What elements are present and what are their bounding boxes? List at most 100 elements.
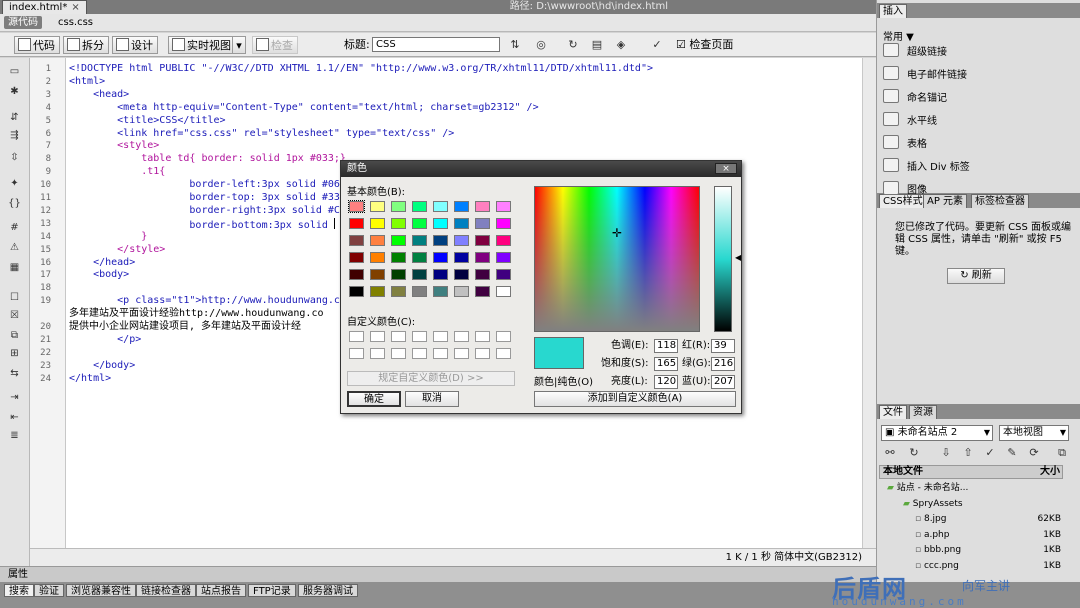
basic-color-swatch[interactable]: [475, 218, 490, 229]
custom-color-swatch[interactable]: [496, 331, 511, 342]
collapse-selection-icon[interactable]: ⇶: [8, 130, 21, 142]
remove-comment-icon[interactable]: ☒: [8, 310, 21, 322]
tab-assets[interactable]: 资源: [909, 405, 937, 419]
basic-color-swatch[interactable]: [496, 201, 511, 212]
basic-color-swatch[interactable]: [349, 235, 364, 246]
custom-color-swatch[interactable]: [454, 331, 469, 342]
basic-color-swatch[interactable]: [475, 235, 490, 246]
design-view-button[interactable]: 设计: [112, 36, 158, 54]
luminance-slider[interactable]: [714, 186, 732, 332]
results-tab[interactable]: 搜索: [4, 584, 34, 597]
basic-color-swatch[interactable]: [412, 269, 427, 280]
outdent-icon[interactable]: ⇤: [8, 412, 21, 424]
file-row[interactable]: ▫ a.php 1KB: [879, 528, 1061, 543]
balance-braces-icon[interactable]: {}: [8, 198, 21, 210]
code-line[interactable]: 提供中小企业网站建设项目, 多年建站及平面设计经: [69, 321, 301, 333]
basic-color-swatch[interactable]: [475, 269, 490, 280]
get-file-icon[interactable]: ⇩: [939, 446, 953, 460]
select-parent-tag-icon[interactable]: ✦: [8, 178, 21, 190]
file-row[interactable]: ▰ 站点 - 未命名站...: [879, 481, 1061, 496]
code-line[interactable]: <meta http-equiv="Content-Type" content=…: [69, 102, 538, 114]
basic-color-swatch[interactable]: [370, 286, 385, 297]
properties-bar[interactable]: 属性: [0, 566, 876, 582]
basic-color-swatch[interactable]: [370, 235, 385, 246]
basic-color-swatch[interactable]: [496, 252, 511, 263]
move-css-icon[interactable]: ⇆: [8, 368, 21, 380]
basic-color-swatch[interactable]: [496, 235, 511, 246]
visual-aids-icon[interactable]: ◈: [614, 38, 628, 52]
ok-button[interactable]: 确定: [347, 391, 401, 407]
results-tab[interactable]: 浏览器兼容性: [66, 584, 136, 597]
apply-comment-icon[interactable]: ☐: [8, 292, 21, 304]
luminance-input[interactable]: 120: [654, 375, 678, 389]
custom-color-swatch[interactable]: [475, 331, 490, 342]
code-line[interactable]: <body>: [69, 269, 129, 281]
basic-color-swatch[interactable]: [475, 201, 490, 212]
preview-browser-icon[interactable]: ◎: [534, 38, 548, 52]
show-code-navigator-icon[interactable]: ✱: [8, 86, 21, 98]
insert-item[interactable]: 图像: [881, 181, 1071, 201]
results-tab[interactable]: 站点报告: [196, 584, 246, 597]
file-management-icon[interactable]: ⇅: [508, 38, 522, 52]
code-line[interactable]: <p class="t1">http://www.houdunwang.com: [69, 295, 352, 307]
code-line[interactable]: </head>: [69, 257, 135, 269]
slider-arrow-icon[interactable]: ◀: [735, 253, 741, 262]
basic-color-swatch[interactable]: [454, 252, 469, 263]
basic-color-swatch[interactable]: [370, 201, 385, 212]
basic-color-swatch[interactable]: [349, 252, 364, 263]
basic-color-swatch[interactable]: [454, 269, 469, 280]
basic-color-swatch[interactable]: [412, 201, 427, 212]
check-page-button[interactable]: ☑ 检查页面: [676, 36, 733, 54]
tab-files[interactable]: 文件: [879, 405, 907, 419]
code-line[interactable]: <head>: [69, 89, 129, 101]
basic-color-swatch[interactable]: [496, 269, 511, 280]
view-select[interactable]: 本地视图 ▼: [999, 425, 1069, 441]
basic-color-swatch[interactable]: [496, 218, 511, 229]
line-numbers-icon[interactable]: #: [8, 222, 21, 234]
source-code-button[interactable]: 源代码: [4, 16, 42, 29]
basic-color-swatch[interactable]: [454, 201, 469, 212]
basic-color-swatch[interactable]: [349, 269, 364, 280]
code-line[interactable]: <title>CSS</title>: [69, 115, 225, 127]
basic-color-swatch[interactable]: [433, 235, 448, 246]
live-view-button[interactable]: 实时视图: [168, 36, 236, 54]
red-input[interactable]: 39: [711, 339, 735, 353]
custom-color-swatch[interactable]: [433, 348, 448, 359]
insert-item[interactable]: 水平线: [881, 112, 1071, 132]
custom-color-swatch[interactable]: [412, 331, 427, 342]
basic-color-swatch[interactable]: [454, 235, 469, 246]
custom-color-swatch[interactable]: [454, 348, 469, 359]
basic-color-swatch[interactable]: [475, 286, 490, 297]
basic-color-swatch[interactable]: [370, 252, 385, 263]
file-row[interactable]: ▰ SpryAssets: [879, 497, 1061, 512]
custom-color-swatch[interactable]: [475, 348, 490, 359]
view-options-icon[interactable]: ▤: [590, 38, 604, 52]
insert-category-select[interactable]: 常用 ▼: [883, 28, 914, 43]
basic-color-swatch[interactable]: [433, 201, 448, 212]
basic-color-swatch[interactable]: [412, 286, 427, 297]
basic-color-swatch[interactable]: [391, 218, 406, 229]
file-row[interactable]: ▫ bbb.png 1KB: [879, 543, 1061, 558]
code-line[interactable]: </style>: [69, 244, 165, 256]
code-line[interactable]: .t1{: [69, 166, 165, 178]
connect-icon[interactable]: ⚯: [883, 446, 897, 460]
refresh-icon[interactable]: ↻: [907, 446, 921, 460]
live-view-dropdown[interactable]: ▾: [232, 36, 246, 54]
results-tab[interactable]: FTP记录: [248, 584, 296, 597]
basic-color-swatch[interactable]: [349, 218, 364, 229]
custom-color-swatch[interactable]: [433, 331, 448, 342]
code-line[interactable]: }: [69, 231, 147, 243]
custom-color-swatch[interactable]: [391, 348, 406, 359]
collapse-tag-icon[interactable]: ⇵: [8, 112, 21, 124]
basic-color-swatch[interactable]: [412, 252, 427, 263]
basic-color-swatch[interactable]: [475, 252, 490, 263]
results-tab[interactable]: 服务器调试: [298, 584, 358, 597]
code-line[interactable]: <link href="css.css" rel="stylesheet" ty…: [69, 128, 454, 140]
custom-color-swatch[interactable]: [412, 348, 427, 359]
expand-all-icon[interactable]: ⇳: [8, 152, 21, 164]
basic-color-swatch[interactable]: [433, 252, 448, 263]
basic-color-swatch[interactable]: [349, 286, 364, 297]
add-custom-color-button[interactable]: 添加到自定义颜色(A): [534, 391, 736, 407]
basic-color-swatch[interactable]: [348, 200, 365, 213]
insert-item[interactable]: 命名锚记: [881, 89, 1071, 109]
